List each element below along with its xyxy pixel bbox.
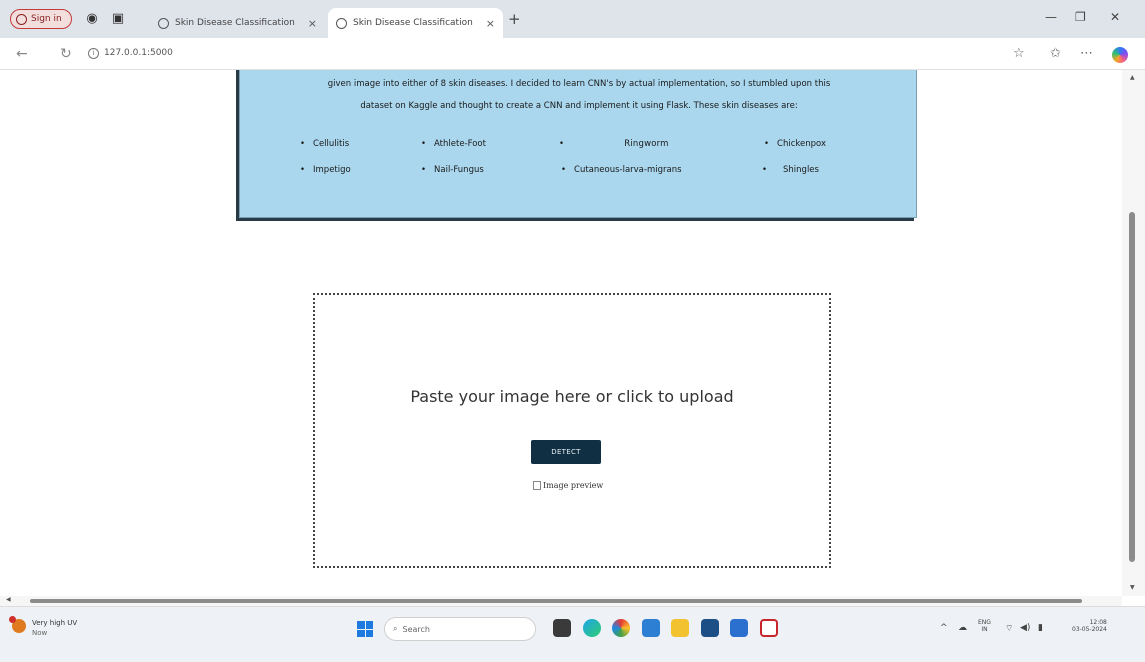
wifi-icon[interactable]: ⌔ <box>1005 623 1013 634</box>
disease-item: Cellulitis <box>300 139 349 149</box>
vscode-icon[interactable] <box>642 619 660 637</box>
chrome-icon[interactable] <box>612 619 630 637</box>
weather-title[interactable]: Very high UV <box>32 619 77 627</box>
tab-actions-icon[interactable]: ▣ <box>110 11 126 27</box>
windows-taskbar: Very high UV Now ⌕ Search ^ ☁ ENG IN ⌔ ◀… <box>0 606 1145 662</box>
disease-item: Ringworm <box>559 139 669 149</box>
clock[interactable]: 12:08 03-05-2024 <box>1072 619 1107 633</box>
intro-line-1: given image into either of 8 skin diseas… <box>327 79 831 89</box>
vertical-scroll-thumb[interactable] <box>1129 212 1135 562</box>
disease-item: Athlete-Foot <box>421 139 486 149</box>
favorite-star-icon[interactable]: ☆ <box>1013 46 1025 61</box>
profile-icon <box>16 13 27 25</box>
image-upload-dropzone[interactable]: Paste your image here or click to upload… <box>313 293 831 568</box>
tab-skin-disease-2[interactable]: Skin Disease Classification × <box>328 8 503 38</box>
tab-title: Skin Disease Classification <box>353 18 473 28</box>
mcafee-icon[interactable] <box>760 619 778 637</box>
close-icon[interactable]: × <box>486 17 495 30</box>
battery-icon[interactable]: ▮ <box>1038 623 1043 633</box>
tab-title: Skin Disease Classification <box>175 18 295 28</box>
tab-skin-disease-1[interactable]: Skin Disease Classification × <box>150 8 325 38</box>
taskbar-search[interactable]: ⌕ Search <box>384 617 536 641</box>
url-field[interactable]: 127.0.0.1:5000 <box>104 48 173 58</box>
scroll-down-icon[interactable]: ▼ <box>1130 584 1135 591</box>
new-tab-button[interactable]: + <box>508 12 521 27</box>
volume-icon[interactable]: ◀) <box>1020 623 1030 633</box>
site-info-icon[interactable]: i <box>88 48 99 59</box>
search-icon: ⌕ <box>393 624 398 633</box>
disease-item: Chickenpox <box>764 139 826 149</box>
file-explorer-icon[interactable] <box>671 619 689 637</box>
maximize-icon[interactable]: ❐ <box>1075 10 1086 24</box>
store-icon[interactable] <box>701 619 719 637</box>
intro-text: given image into either of 8 skin diseas… <box>260 73 898 117</box>
more-menu-icon[interactable]: ⋯ <box>1080 46 1093 61</box>
minimize-icon[interactable]: — <box>1045 10 1057 24</box>
close-window-icon[interactable]: ✕ <box>1110 10 1120 24</box>
image-preview-alt: Image preview <box>543 481 604 490</box>
disease-item: Shingles <box>762 165 819 175</box>
scroll-up-icon[interactable]: ▲ <box>1130 74 1135 81</box>
back-icon[interactable]: ← <box>16 46 28 62</box>
address-bar: ← ↻ i 127.0.0.1:5000 ☆ ✩ ⋯ <box>0 38 1145 70</box>
search-placeholder: Search <box>402 624 430 634</box>
weather-subtitle: Now <box>32 629 48 637</box>
input-language[interactable]: ENG IN <box>978 619 991 633</box>
mail-icon[interactable] <box>730 619 748 637</box>
close-icon[interactable]: × <box>308 17 317 30</box>
horizontal-scrollbar[interactable]: ◀ <box>0 596 1122 606</box>
scroll-left-icon[interactable]: ◀ <box>6 596 11 603</box>
upload-prompt: Paste your image here or click to upload <box>410 387 734 406</box>
profile-label: Sign in <box>31 14 62 24</box>
disease-item: Cutaneous-larva-migrans <box>561 165 682 175</box>
page-viewport: given image into either of 8 skin diseas… <box>0 70 1122 596</box>
refresh-icon[interactable]: ↻ <box>60 46 72 62</box>
disease-item: Impetigo <box>300 165 351 175</box>
onedrive-icon[interactable]: ☁ <box>958 623 967 633</box>
profile-button[interactable]: Sign in <box>10 9 72 29</box>
task-view-icon[interactable] <box>553 619 571 637</box>
intro-line-2: dataset on Kaggle and thought to create … <box>360 101 798 111</box>
edge-icon[interactable] <box>583 619 601 637</box>
image-preview: Image preview <box>533 481 603 490</box>
disease-item: Nail-Fungus <box>421 165 484 175</box>
notification-badge <box>9 616 16 623</box>
favorites-icon[interactable]: ✩ <box>1050 46 1061 61</box>
vertical-scrollbar[interactable]: ▲ ▼ <box>1122 70 1145 596</box>
start-button[interactable] <box>357 621 373 637</box>
horizontal-scroll-thumb[interactable] <box>30 599 1082 603</box>
detect-button[interactable]: DETECT <box>531 440 601 464</box>
copilot-icon[interactable] <box>1112 47 1128 63</box>
globe-icon <box>336 17 347 29</box>
globe-icon <box>158 17 169 29</box>
broken-image-icon <box>533 481 541 490</box>
browser-tab-strip: Sign in ◉ ▣ Skin Disease Classification … <box>0 0 1145 38</box>
about-panel: given image into either of 8 skin diseas… <box>239 70 917 218</box>
chevron-up-icon[interactable]: ^ <box>940 623 948 633</box>
workspaces-icon[interactable]: ◉ <box>84 11 100 27</box>
